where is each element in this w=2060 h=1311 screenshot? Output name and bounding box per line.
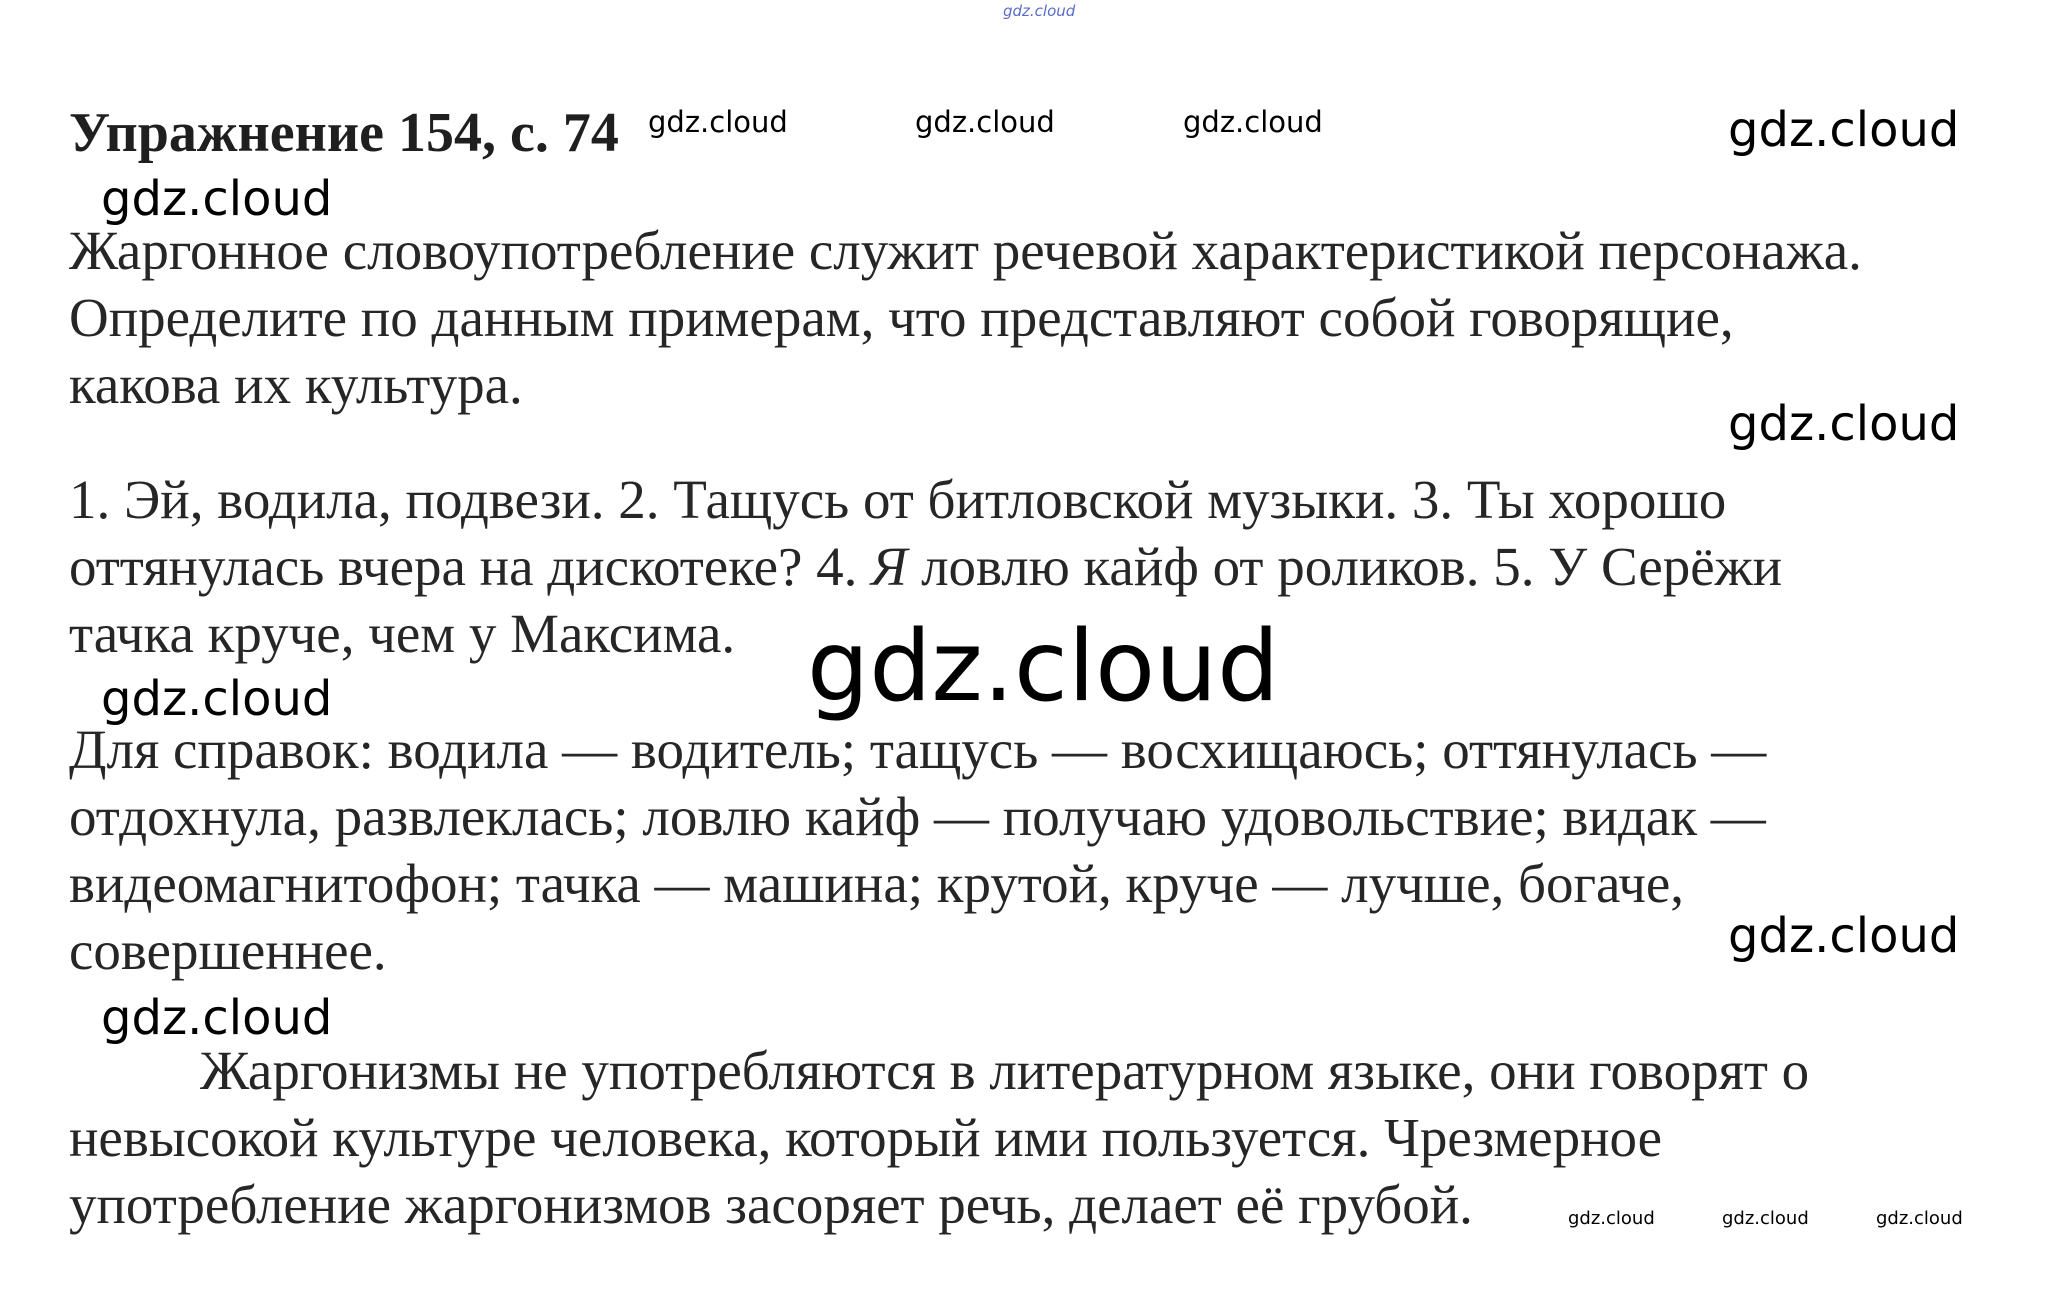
answer-line: невысокой культуре человека, который ими… — [69, 1107, 1663, 1168]
watermark-left: gdz.cloud — [101, 671, 333, 727]
task-line: Определите по данным примерам, что предс… — [69, 287, 1734, 348]
task-line: Жаргонное словоупотребление служит речев… — [69, 220, 1862, 281]
reference-line: видеомагнитофон; тачка — машина; крутой,… — [69, 853, 1685, 914]
examples-text: ловлю кайф от роликов. 5. У Серёжи — [907, 536, 1783, 597]
watermark-bottom: gdz.cloud — [1568, 1208, 1655, 1229]
watermark-bottom: gdz.cloud — [1722, 1208, 1809, 1229]
examples-line: оттянулась вчера на дискотеке? 4. Я ловл… — [69, 533, 2059, 600]
watermark-center: gdz.cloud — [807, 610, 1280, 724]
examples-italic-text: Я — [871, 536, 908, 597]
watermark-title-row: gdz.cloud — [915, 105, 1055, 139]
watermark-right: gdz.cloud — [1728, 396, 1960, 452]
answer-line: Жаргонизмы не употребляются в литературн… — [200, 1040, 1810, 1101]
watermark-right: gdz.cloud — [1728, 908, 1960, 964]
watermark-bottom: gdz.cloud — [1876, 1208, 1963, 1229]
task-paragraph: Жаргонное словоупотребление служит речев… — [69, 217, 2059, 418]
reference-line: Для справок: водила — водитель; тащусь —… — [69, 719, 1767, 780]
page: { "title": "Упражнение 154, с. 74", "tas… — [0, 0, 2060, 1311]
watermark-left: gdz.cloud — [101, 171, 333, 227]
watermark-title-row: gdz.cloud — [1183, 105, 1323, 139]
watermark-top: gdz.cloud — [1003, 2, 1076, 20]
examples-text: оттянулась вчера на дискотеке? 4. — [69, 536, 872, 597]
examples-line: 1. Эй, водила, подвези. 2. Тащусь от бит… — [69, 469, 1727, 530]
watermark-left: gdz.cloud — [101, 990, 333, 1046]
reference-line: отдохнула, развлеклась; ловлю кайф — пол… — [69, 786, 1766, 847]
watermark-title-row: gdz.cloud — [648, 105, 788, 139]
watermark-right: gdz.cloud — [1728, 102, 1960, 158]
page-title: Упражнение 154, с. 74 — [69, 102, 619, 164]
